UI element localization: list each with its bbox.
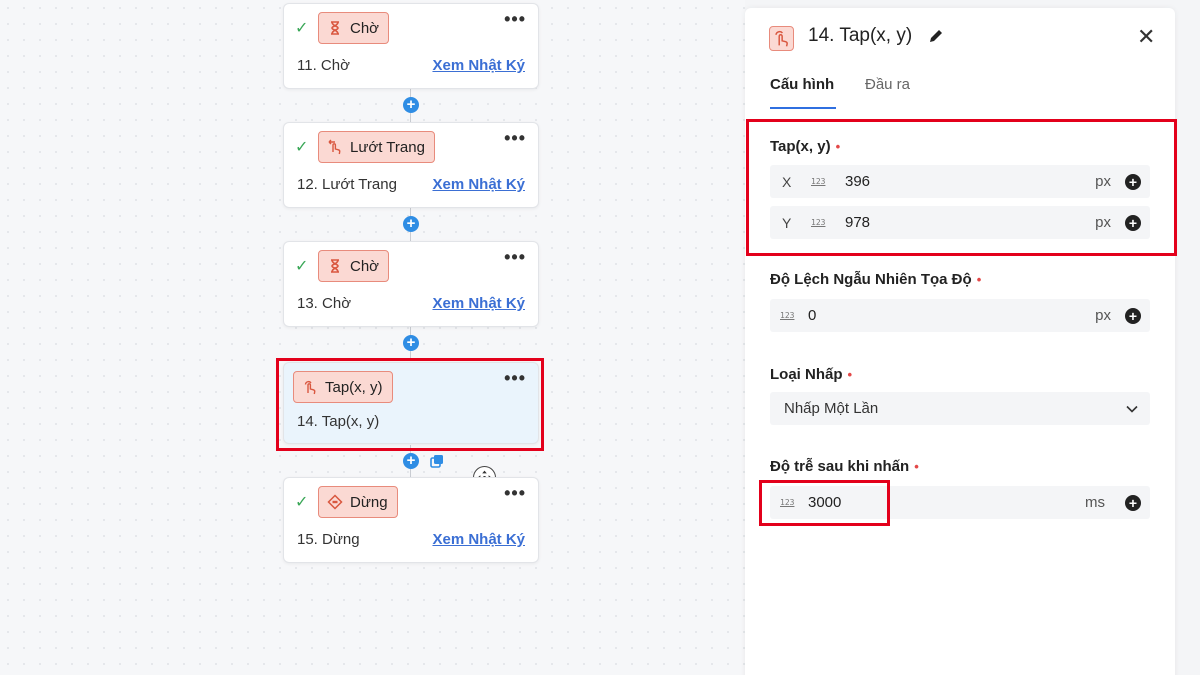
click-type-select[interactable]: Nhấp Một Lần	[770, 392, 1150, 425]
node-tag-label: Lướt Trang	[350, 138, 425, 156]
active-tab-indicator	[770, 107, 836, 109]
flow-node-13[interactable]: ✓ Chờ ••• 13. Chờ Xem Nhật Ký	[283, 241, 539, 327]
view-log-link[interactable]: Xem Nhật Ký	[432, 57, 525, 74]
node-title: 15. Dừng	[297, 531, 360, 548]
add-step-button[interactable]: +	[403, 216, 419, 232]
node-tag[interactable]: Chờ	[318, 250, 390, 282]
flow-canvas[interactable]: ✓ Chờ ••• 11. Chờ Xem Nhật Ký + ✓ Lướt T…	[0, 0, 745, 675]
required-mark: •	[914, 459, 919, 474]
unit-label: px	[1095, 307, 1111, 324]
swipe-icon	[328, 139, 341, 155]
node-title: 12. Lướt Trang	[297, 176, 397, 193]
highlight-box-tap	[746, 119, 1177, 256]
node-menu-button[interactable]: •••	[504, 129, 526, 147]
required-mark: •	[976, 272, 982, 287]
copy-icon[interactable]	[430, 454, 444, 468]
node-menu-button[interactable]: •••	[504, 484, 526, 502]
flow-node-11[interactable]: ✓ Chờ ••• 11. Chờ Xem Nhật Ký	[283, 3, 539, 89]
node-title: 11. Chờ	[297, 57, 350, 74]
stop-icon	[327, 494, 343, 510]
pencil-icon[interactable]	[928, 28, 944, 44]
offset-value-input[interactable]: 0	[808, 307, 1095, 324]
flow-node-12[interactable]: ✓ Lướt Trang ••• 12. Lướt Trang Xem Nhật…	[283, 122, 539, 208]
node-tag[interactable]: Dừng	[318, 486, 398, 518]
check-icon: ✓	[295, 494, 309, 511]
number-type-icon: 123	[780, 311, 795, 320]
add-step-button[interactable]: +	[403, 453, 419, 469]
add-variable-button[interactable]: +	[1125, 494, 1141, 511]
node-tag-label: Chờ	[350, 257, 380, 275]
view-log-link[interactable]: Xem Nhật Ký	[432, 295, 525, 312]
click-type-value: Nhấp Một Lần	[784, 400, 879, 417]
offset-field[interactable]: 123 0 px +	[770, 299, 1150, 332]
node-tag-label: Dừng	[350, 493, 388, 511]
add-variable-button[interactable]: +	[1125, 307, 1141, 324]
node-tag-label: Chờ	[350, 19, 380, 37]
check-icon: ✓	[295, 258, 309, 275]
node-title: 13. Chờ	[297, 295, 352, 312]
highlight-box-node	[276, 358, 544, 451]
node-menu-button[interactable]: •••	[504, 10, 526, 28]
node-tag[interactable]: Chờ	[318, 12, 390, 44]
flow-node-15[interactable]: ✓ Dừng ••• 15. Dừng Xem Nhật Ký	[283, 477, 539, 563]
settings-panel: 14. Tap(x, y) ✕ Cấu hình Đầu ra Tap(x, y…	[745, 8, 1175, 675]
hourglass-icon	[331, 21, 339, 35]
tap-icon	[769, 26, 794, 51]
offset-field-label: Độ Lệch Ngẫu Nhiên Tọa Độ •	[770, 271, 981, 288]
tab-output[interactable]: Đầu ra	[865, 76, 910, 93]
check-icon: ✓	[295, 139, 309, 156]
delay-field-label: Độ trễ sau khi nhấn •	[770, 458, 919, 475]
chevron-down-icon	[1126, 405, 1138, 413]
node-menu-button[interactable]: •••	[504, 248, 526, 266]
click-type-label-text: Loại Nhấp	[770, 366, 843, 383]
view-log-link[interactable]: Xem Nhật Ký	[432, 531, 525, 548]
check-icon: ✓	[295, 20, 309, 37]
add-step-button[interactable]: +	[403, 97, 419, 113]
unit-label: ms	[1085, 494, 1105, 511]
delay-label-text: Độ trễ sau khi nhấn	[770, 458, 910, 475]
highlight-box-delay	[759, 480, 890, 526]
panel-title: 14. Tap(x, y)	[808, 25, 913, 46]
close-button[interactable]: ✕	[1137, 26, 1155, 48]
hourglass-icon	[331, 259, 339, 273]
click-type-label: Loại Nhấp •	[770, 366, 852, 383]
add-step-button[interactable]: +	[403, 335, 419, 351]
tab-config[interactable]: Cấu hình	[770, 76, 834, 93]
view-log-link[interactable]: Xem Nhật Ký	[432, 176, 525, 193]
required-mark: •	[847, 367, 853, 382]
node-tag[interactable]: Lướt Trang	[318, 131, 435, 163]
offset-label-text: Độ Lệch Ngẫu Nhiên Tọa Độ	[770, 271, 972, 288]
